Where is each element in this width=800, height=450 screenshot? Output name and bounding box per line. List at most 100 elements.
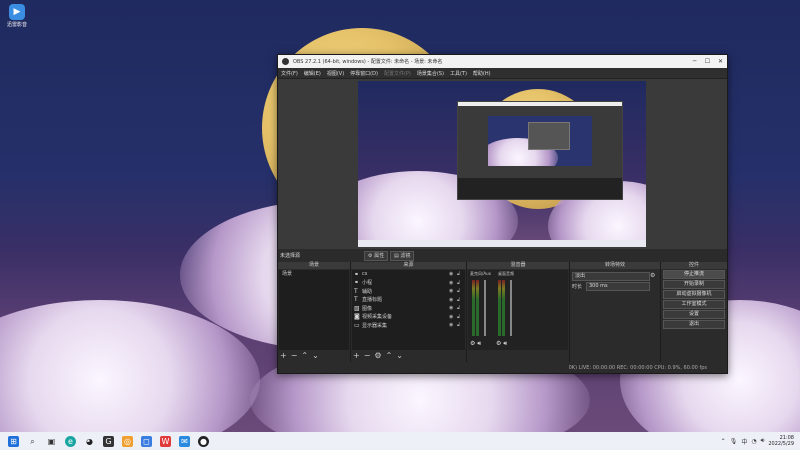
exit-button[interactable]: 退出 bbox=[663, 320, 725, 329]
eye-icon[interactable]: ◉ bbox=[449, 297, 457, 303]
lock-icon[interactable]: 🔓︎ bbox=[457, 297, 465, 303]
volume-meter bbox=[472, 280, 475, 336]
mixer-dock: 混音器 麦克风/Aux 桌面音频 ⚙ 🔊︎ ⚙ 🔊︎ bbox=[467, 262, 570, 362]
desktop-shortcut-label: 迅雷影音 bbox=[6, 22, 27, 28]
duration-label: 时长 bbox=[572, 284, 583, 290]
title-bar: OBS 27.2.1 (64-bit, windows) - 配置文件: 未命名… bbox=[278, 55, 727, 68]
eye-icon[interactable]: ◉ bbox=[449, 305, 457, 311]
eye-icon[interactable]: ◉ bbox=[449, 288, 457, 294]
speaker-icon[interactable]: 🔊︎ bbox=[477, 340, 481, 347]
source-item[interactable]: ⚭ cs ◉ 🔓︎ bbox=[352, 270, 465, 279]
qq-icon[interactable]: ◕ bbox=[84, 436, 95, 447]
gear-icon[interactable]: ⚙ bbox=[470, 340, 475, 347]
menu-docks[interactable]: 停靠窗口(D) bbox=[350, 70, 378, 77]
nested-preview-inner bbox=[488, 116, 592, 166]
text-icon: T bbox=[354, 296, 358, 304]
add-icon[interactable]: + bbox=[353, 351, 360, 360]
source-item[interactable]: T 辅助 ◉ 🔓︎ bbox=[352, 287, 465, 296]
app-icon[interactable]: ◻ bbox=[141, 435, 152, 447]
gear-icon[interactable]: ⚙ bbox=[650, 272, 655, 279]
preview-taskbar bbox=[358, 240, 646, 247]
monitor-icon: ▭ bbox=[354, 321, 360, 329]
minimize-button[interactable]: ─ bbox=[688, 58, 701, 65]
menu-edit[interactable]: 编辑(E) bbox=[304, 70, 321, 77]
menu-scene-collection[interactable]: 场景集合(S) bbox=[417, 70, 444, 77]
preview-canvas[interactable] bbox=[358, 81, 646, 247]
mixer-controls: ⚙ 🔊︎ bbox=[470, 340, 481, 348]
menu-file[interactable]: 文件(F) bbox=[281, 70, 298, 77]
studio-mode-button[interactable]: 工作室模式 bbox=[663, 300, 725, 309]
eye-icon[interactable]: ◉ bbox=[449, 314, 457, 320]
search-icon[interactable]: ⌕ bbox=[27, 436, 38, 447]
up-icon[interactable]: ⌃ bbox=[301, 351, 308, 360]
wifi-icon[interactable]: ◔ bbox=[751, 438, 756, 445]
volume-slider[interactable] bbox=[484, 280, 486, 336]
start-icon[interactable]: ⊞ bbox=[8, 435, 19, 447]
down-icon[interactable]: ⌄ bbox=[396, 351, 403, 360]
up-icon[interactable]: ⌃ bbox=[386, 351, 393, 360]
source-item[interactable]: ▭ 显示器采集 ◉ 🔓︎ bbox=[352, 321, 465, 330]
edge-icon[interactable]: e bbox=[65, 435, 76, 447]
transitions-dock: 转场特效 淡出 ⚙ 时长 300 ms bbox=[570, 262, 661, 362]
link-icon: ⚭ bbox=[354, 279, 360, 287]
settings-button[interactable]: 设置 bbox=[663, 310, 725, 319]
source-item[interactable]: T 直播标题 ◉ 🔓︎ bbox=[352, 296, 465, 305]
lock-icon[interactable]: 🔓︎ bbox=[457, 305, 465, 311]
maximize-button[interactable]: ☐ bbox=[701, 58, 714, 65]
remove-icon[interactable]: − bbox=[364, 351, 371, 360]
weibo-icon[interactable]: W bbox=[160, 435, 171, 447]
add-icon[interactable]: + bbox=[280, 351, 287, 360]
lock-icon[interactable]: 🔓︎ bbox=[457, 271, 465, 277]
menu-tools[interactable]: 工具(T) bbox=[450, 70, 467, 77]
mixer-body: 麦克风/Aux 桌面音频 ⚙ 🔊︎ ⚙ 🔊︎ bbox=[468, 270, 568, 350]
eye-icon[interactable]: ◉ bbox=[449, 280, 457, 286]
gear-icon[interactable]: ⚙ bbox=[496, 340, 501, 347]
docks: 场景 场景 + − ⌃ ⌄ 来源 ⚭ cs ◉ 🔓︎ ⚭ 小程 ◉ 🔓︎ T 辅助 ◉ 🔓︎ T直… bbox=[278, 262, 727, 362]
volume-meter bbox=[498, 280, 501, 336]
volume-meter bbox=[502, 280, 505, 336]
menu-help[interactable]: 帮助(H) bbox=[473, 70, 491, 77]
duration-input[interactable]: 300 ms bbox=[586, 282, 650, 291]
speaker-icon[interactable]: 🔊︎ bbox=[503, 340, 507, 347]
filters-button[interactable]: ▤ 滤镜 bbox=[390, 251, 415, 261]
gear-icon[interactable]: ⚙ bbox=[374, 351, 381, 360]
remove-icon[interactable]: − bbox=[291, 351, 298, 360]
start-recording-button[interactable]: 开始录制 bbox=[663, 280, 725, 289]
obs-window: OBS 27.2.1 (64-bit, windows) - 配置文件: 未命名… bbox=[277, 54, 728, 374]
properties-button[interactable]: ⚙ 属性 bbox=[364, 251, 389, 261]
lock-icon[interactable]: 🔓︎ bbox=[457, 288, 465, 294]
scenes-toolbar: + − ⌃ ⌄ bbox=[280, 351, 319, 360]
desktop-shortcut[interactable]: ▶ 迅雷影音 bbox=[4, 4, 30, 28]
chevron-up-icon[interactable]: ⌃ bbox=[721, 438, 726, 445]
speaker-icon[interactable]: 🔊︎ bbox=[761, 437, 765, 445]
app-icon[interactable]: ◎ bbox=[122, 435, 133, 447]
xunlei-icon: ▶ bbox=[9, 4, 25, 20]
lock-icon[interactable]: 🔓︎ bbox=[457, 322, 465, 328]
transition-select[interactable]: 淡出 bbox=[572, 272, 650, 281]
lock-icon[interactable]: 🔓︎ bbox=[457, 280, 465, 286]
virtual-camera-button[interactable]: 启动虚拟摄像机 bbox=[663, 290, 725, 299]
camera-icon: ◙ bbox=[354, 313, 360, 321]
eye-icon[interactable]: ◉ bbox=[449, 322, 457, 328]
menu-profile[interactable]: 配置文件(P) bbox=[384, 70, 411, 77]
source-item[interactable]: ⚭ 小程 ◉ 🔓︎ bbox=[352, 279, 465, 288]
source-item[interactable]: ▧ 图像 ◉ 🔓︎ bbox=[352, 304, 465, 313]
clock[interactable]: 21:08 2022/5/29 bbox=[768, 435, 794, 447]
taskview-icon[interactable]: ▣ bbox=[46, 436, 57, 447]
volume-slider[interactable] bbox=[510, 280, 512, 336]
app-icon[interactable]: ✉ bbox=[179, 435, 190, 447]
close-button[interactable]: ✕ bbox=[714, 58, 727, 65]
stop-streaming-button[interactable]: 停止推流 bbox=[663, 270, 725, 279]
transitions-title: 转场特效 bbox=[570, 262, 660, 269]
obs-icon[interactable]: ● bbox=[198, 435, 209, 447]
input-icon[interactable]: 中 bbox=[741, 437, 747, 446]
source-item[interactable]: ◙ 视频采集设备 ◉ 🔓︎ bbox=[352, 313, 465, 322]
app-icon[interactable]: G bbox=[103, 435, 114, 447]
eye-icon[interactable]: ◉ bbox=[449, 271, 457, 277]
sources-list: ⚭ cs ◉ 🔓︎ ⚭ 小程 ◉ 🔓︎ T 辅助 ◉ 🔓︎ T 直播标题 ◉ 🔓︎ ▧ 图像 ◉ 🔓︎ ◙ 视频… bbox=[352, 270, 465, 350]
menu-view[interactable]: 视图(V) bbox=[327, 70, 344, 77]
down-icon[interactable]: ⌄ bbox=[312, 351, 319, 360]
lock-icon[interactable]: 🔓︎ bbox=[457, 314, 465, 320]
scene-item[interactable]: 场景 bbox=[279, 270, 349, 278]
mic-icon[interactable]: 🎙︎ bbox=[730, 438, 738, 445]
